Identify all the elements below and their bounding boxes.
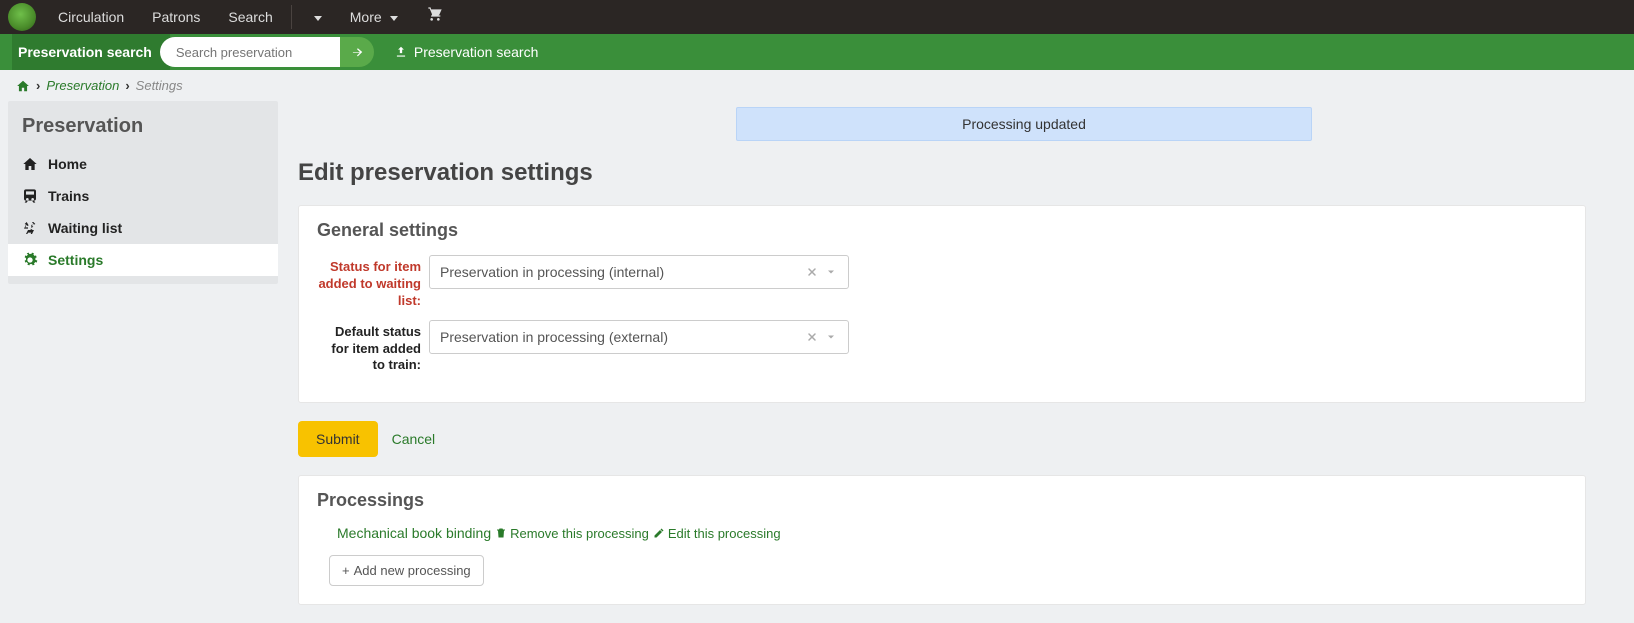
arrow-right-icon (350, 45, 364, 59)
home-icon (22, 156, 38, 172)
preservation-search-link[interactable]: Preservation search (394, 44, 539, 60)
processings-panel: Processings Mechanical book binding Remo… (298, 475, 1586, 605)
sidebar-item-settings[interactable]: Settings (8, 244, 278, 276)
select-value: Preservation in processing (internal) (440, 264, 806, 280)
sidebar-title: Preservation (8, 101, 278, 148)
alert-message: Processing updated (736, 107, 1312, 141)
trash-icon (495, 527, 507, 539)
nav-separator (291, 5, 292, 29)
search-bar: Preservation search Preservation search (0, 34, 1634, 70)
remove-processing-link[interactable]: Remove this processing (495, 526, 649, 541)
search-input[interactable] (160, 37, 370, 67)
select-train-status[interactable]: Preservation in processing (external) (429, 320, 849, 354)
submit-button[interactable]: Submit (298, 421, 378, 457)
nav-more[interactable]: More (336, 0, 412, 34)
breadcrumb-separator: › (36, 78, 40, 93)
home-icon[interactable] (16, 79, 30, 93)
edit-processing-link[interactable]: Edit this processing (653, 526, 781, 541)
sidebar-item-trains[interactable]: Trains (8, 180, 278, 212)
page-title: Edit preservation settings (298, 159, 1586, 187)
top-nav: Circulation Patrons Search More (0, 0, 1634, 34)
cancel-link[interactable]: Cancel (392, 431, 436, 447)
sidebar: Preservation Home Trains Waiting list Se… (8, 101, 278, 284)
search-input-wrap (160, 37, 374, 67)
breadcrumb-current: Settings (136, 78, 183, 93)
sidebar-item-home[interactable]: Home (8, 148, 278, 180)
clear-icon[interactable] (806, 266, 818, 278)
cart-icon (426, 6, 444, 22)
breadcrumb-preservation[interactable]: Preservation (46, 78, 119, 93)
chevron-down-icon (824, 331, 838, 343)
panel-title: Processings (317, 490, 1567, 511)
caret-down-icon (390, 16, 398, 21)
caret-down-icon (314, 16, 322, 21)
processing-name[interactable]: Mechanical book binding (337, 525, 491, 541)
chevron-down-icon (824, 266, 838, 278)
sidebar-item-label: Waiting list (48, 220, 122, 236)
cart-button[interactable] (412, 0, 458, 34)
form-row-train-status: Default status for item added to train: … (317, 320, 1567, 375)
search-context-label: Preservation search (12, 34, 170, 70)
plus-icon: + (342, 563, 350, 578)
breadcrumb: › Preservation › Settings (0, 70, 1634, 101)
gear-icon (22, 252, 38, 268)
panel-title: General settings (317, 220, 1567, 241)
add-processing-button[interactable]: + Add new processing (329, 555, 484, 586)
breadcrumb-separator: › (125, 78, 129, 93)
sidebar-item-label: Settings (48, 252, 103, 268)
main-content: Processing updated Edit preservation set… (298, 101, 1626, 623)
select-value: Preservation in processing (external) (440, 329, 806, 345)
general-settings-panel: General settings Status for item added t… (298, 205, 1586, 403)
sidebar-item-waiting-list[interactable]: Waiting list (8, 212, 278, 244)
upload-icon (394, 45, 408, 59)
nav-caret-dropdown[interactable] (296, 0, 336, 34)
select-waiting-status[interactable]: Preservation in processing (internal) (429, 255, 849, 289)
nav-circulation[interactable]: Circulation (44, 0, 138, 34)
processing-row: Mechanical book binding Remove this proc… (337, 525, 1567, 541)
form-actions: Submit Cancel (298, 421, 1586, 457)
form-row-waiting-status: Status for item added to waiting list: P… (317, 255, 1567, 310)
field-label-train-status: Default status for item added to train: (317, 320, 429, 375)
brand-logo-icon[interactable] (8, 3, 36, 31)
nav-patrons[interactable]: Patrons (138, 0, 214, 34)
search-submit-button[interactable] (340, 37, 374, 67)
sidebar-item-label: Home (48, 156, 87, 172)
sidebar-item-label: Trains (48, 188, 89, 204)
pencil-icon (653, 527, 665, 539)
train-icon (22, 188, 38, 204)
field-label-waiting-status: Status for item added to waiting list: (317, 255, 429, 310)
recycle-icon (22, 220, 38, 236)
nav-search[interactable]: Search (214, 0, 286, 34)
clear-icon[interactable] (806, 331, 818, 343)
